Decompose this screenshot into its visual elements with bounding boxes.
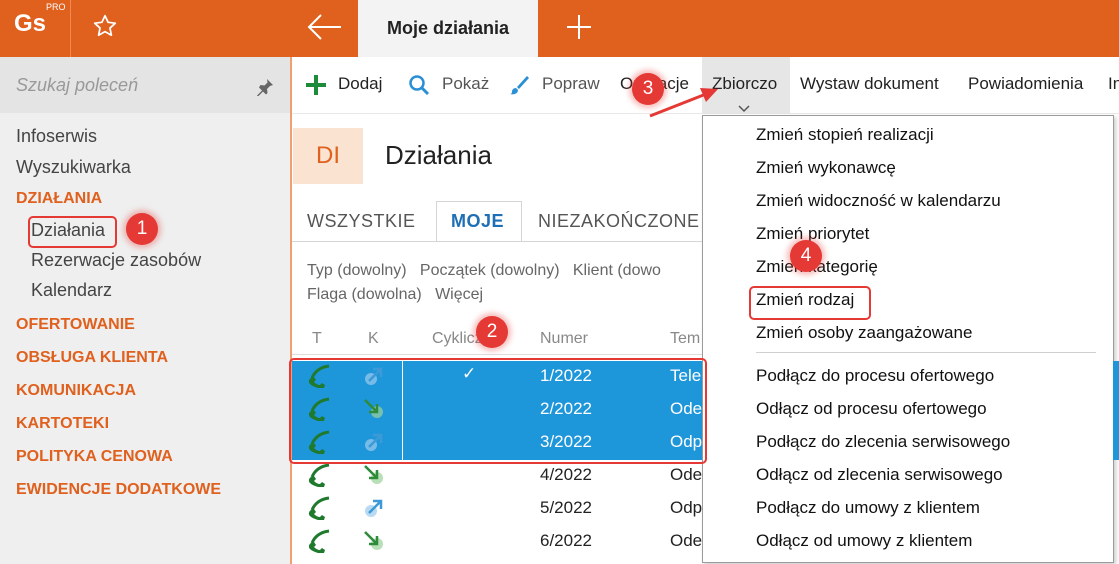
tab-underline — [292, 241, 702, 242]
menu-separator — [756, 352, 1096, 353]
bulk-button[interactable]: Zbiorczo — [712, 74, 777, 94]
search-icon — [408, 74, 430, 101]
phone-icon — [306, 529, 332, 558]
add-button[interactable]: Dodaj — [338, 74, 382, 94]
column-header-number[interactable]: Numer — [540, 330, 588, 348]
tab-niezakonczone[interactable]: NIEZAKOŃCZONE — [538, 211, 700, 232]
sidebar-group-dzialania[interactable]: DZIAŁANIA — [16, 190, 102, 208]
module-tile: DI — [293, 128, 363, 184]
menu-item-change-people[interactable]: Zmień osoby zaangażowane — [756, 323, 972, 343]
brush-icon — [508, 74, 530, 101]
sidebar-item-kalendarz[interactable]: Kalendarz — [31, 280, 112, 301]
menu-item-attach-offer[interactable]: Podłącz do procesu ofertowego — [756, 366, 994, 386]
highlight-zmien-rodzaj — [749, 286, 871, 320]
add-icon[interactable] — [305, 74, 327, 101]
column-header-t[interactable]: T — [312, 330, 322, 348]
incoming-arrow-icon — [362, 463, 386, 492]
tab-moje-dzialania[interactable]: Moje działania — [358, 0, 538, 57]
annotation-arrow — [648, 84, 720, 125]
page-title: Działania — [385, 140, 492, 170]
menu-item-attach-contract[interactable]: Podłącz do umowy z klientem — [756, 498, 980, 518]
new-tab-plus-icon[interactable] — [565, 13, 593, 46]
menu-item-detach-service[interactable]: Odłącz od zlecenia serwisowego — [756, 465, 1003, 485]
top-bar — [0, 0, 1119, 57]
menu-item-attach-service[interactable]: Podłącz do zlecenia serwisowego — [756, 432, 1010, 452]
row-number: 4/2022 — [540, 465, 592, 484]
incoming-arrow-icon — [362, 529, 386, 558]
sidebar-item-infoserwis[interactable]: Infoserwis — [16, 126, 97, 147]
sidebar-item-rezerwacje[interactable]: Rezerwacje zasobów — [31, 250, 201, 271]
issue-document-button[interactable]: Wystaw dokument — [800, 74, 939, 94]
header-divider — [292, 354, 702, 355]
row-number: 5/2022 — [540, 498, 592, 517]
divider — [70, 0, 71, 57]
sidebar-group-komunikacja[interactable]: KOMUNIKACJA — [16, 382, 136, 400]
highlight-dzialania — [28, 216, 117, 248]
outgoing-arrow-icon — [362, 496, 386, 525]
filter-row-2[interactable]: Flaga (dowolna) Więcej — [307, 286, 483, 304]
edit-button[interactable]: Popraw — [542, 74, 600, 94]
pin-icon[interactable] — [256, 78, 274, 101]
app-logo[interactable]: GsPRO — [14, 2, 66, 38]
row-selection-edge — [1113, 361, 1119, 460]
sidebar-border — [290, 57, 292, 564]
menu-item-change-visibility[interactable]: Zmień widoczność w kalendarzu — [756, 191, 1001, 211]
menu-item-detach-contract[interactable]: Odłącz od umowy z klientem — [756, 531, 972, 551]
column-header-k[interactable]: K — [368, 330, 379, 348]
row-topic: Odp — [670, 498, 703, 517]
tab-wszystkie[interactable]: WSZYSTKIE — [307, 211, 416, 232]
annotation-badge-2: 2 — [476, 316, 508, 348]
annotation-badge-4: 4 — [790, 240, 822, 272]
show-button[interactable]: Pokaż — [442, 74, 489, 94]
highlight-selected-rows — [289, 358, 707, 464]
sidebar-group-ewidencje[interactable]: EWIDENCJE DODATKOWE — [16, 481, 221, 499]
sidebar-item-wyszukiwarka[interactable]: Wyszukiwarka — [16, 157, 131, 178]
menu-item-change-progress[interactable]: Zmień stopień realizacji — [756, 125, 934, 145]
row-topic: Ode — [670, 465, 703, 484]
more-button[interactable]: In — [1108, 74, 1119, 94]
search-placeholder: Szukaj poleceń — [16, 75, 139, 95]
phone-icon — [306, 496, 332, 525]
star-icon[interactable] — [92, 13, 118, 44]
back-arrow-icon[interactable] — [305, 10, 343, 49]
row-number: 6/2022 — [540, 531, 592, 550]
menu-item-change-executor[interactable]: Zmień wykonawcę — [756, 158, 896, 178]
menu-item-detach-offer[interactable]: Odłącz od procesu ofertowego — [756, 399, 987, 419]
sidebar-group-ofertowanie[interactable]: OFERTOWANIE — [16, 316, 135, 334]
notifications-button[interactable]: Powiadomienia — [968, 74, 1083, 94]
filter-row-1[interactable]: Typ (dowolny) Początek (dowolny) Klient … — [307, 262, 661, 280]
tab-moje[interactable]: MOJE — [451, 211, 504, 232]
row-topic: Ode — [670, 531, 703, 550]
sidebar-group-polityka-cenowa[interactable]: POLITYKA CENOWA — [16, 448, 173, 466]
annotation-badge-1: 1 — [126, 213, 158, 245]
phone-icon — [306, 463, 332, 492]
sidebar-group-obsluga-klienta[interactable]: OBSŁUGA KLIENTA — [16, 349, 168, 367]
sidebar-group-kartoteki[interactable]: KARTOTEKI — [16, 415, 109, 433]
column-header-topic[interactable]: Tem — [670, 330, 700, 348]
